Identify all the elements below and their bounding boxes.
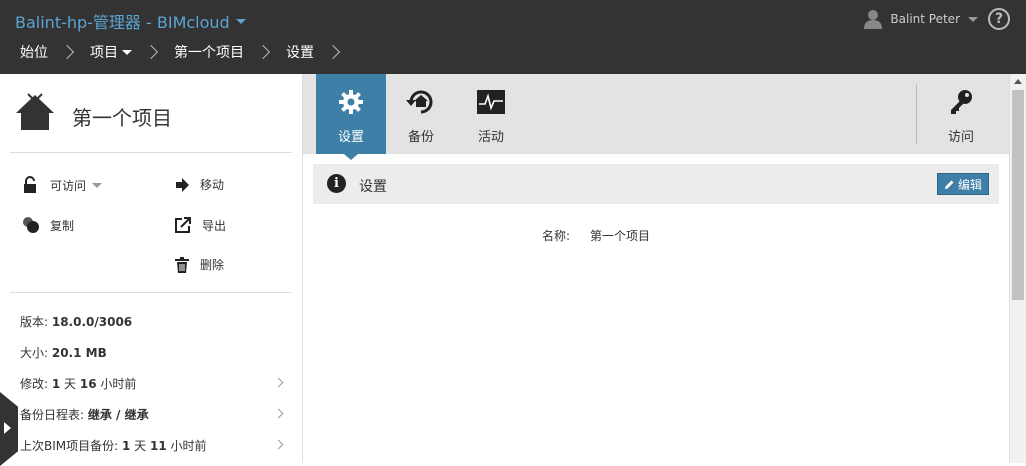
delete-label: 删除 — [200, 258, 225, 272]
chevron-right-icon — [59, 44, 75, 60]
breadcrumb-settings[interactable]: 设置 — [286, 42, 314, 62]
breadcrumb-home[interactable]: 始位 — [20, 42, 48, 62]
unlock-icon — [24, 176, 36, 193]
chevron-down-icon — [92, 182, 103, 188]
sidebar-toggle[interactable] — [0, 392, 18, 466]
export-button[interactable]: 导出 — [174, 216, 226, 234]
app-title-menu[interactable]: Balint-hp-管理器 - BIMcloud — [15, 9, 246, 33]
scrollbar-thumb[interactable] — [1012, 90, 1024, 300]
name-field-label: 名称: — [542, 229, 571, 243]
trash-icon — [175, 256, 189, 273]
breadcrumb-label: 设置 — [286, 45, 314, 61]
edit-label: 编辑 — [957, 177, 982, 192]
backup-icon — [406, 90, 433, 114]
modified-days: 1 — [51, 377, 61, 391]
version-label: 版本: — [20, 315, 52, 329]
toolbar: 设置 备份 活动 访问 — [303, 74, 1009, 160]
key-icon — [951, 90, 972, 114]
tab-label: 活动 — [477, 130, 504, 145]
toolbar-divider — [916, 84, 917, 144]
size-value: 20.1 MB — [51, 346, 107, 360]
help-button[interactable]: ? — [988, 8, 1010, 30]
modified-label: 修改: — [20, 377, 52, 391]
chevron-right-icon — [325, 44, 341, 60]
access-label: 可访问 — [50, 178, 87, 193]
settings-section-header: i 设置 编辑 — [313, 164, 999, 204]
modified-unit: 天 — [60, 377, 80, 391]
copy-button[interactable]: 复制 — [22, 216, 74, 234]
top-bar: Balint-hp-管理器 - BIMcloud 始位 项目 第一个项目 设置 … — [0, 0, 1026, 74]
activity-monitor-icon — [477, 90, 505, 114]
breadcrumb-projects[interactable]: 项目 — [90, 42, 132, 62]
pencil-icon — [944, 180, 954, 189]
project-title: 第一个项目 — [72, 106, 172, 130]
chevron-right-icon — [255, 44, 271, 60]
export-icon — [175, 217, 191, 233]
breadcrumb-label: 始位 — [20, 45, 48, 61]
move-button[interactable]: 移动 — [174, 176, 224, 193]
chevron-down-icon — [122, 49, 132, 55]
last-backup-unit: 小时前 — [166, 439, 207, 453]
user-icon — [864, 10, 883, 29]
last-backup-hours: 11 — [149, 439, 167, 453]
last-backup-unit: 天 — [130, 439, 150, 453]
version-info: 版本: 18.0.0/3006 — [20, 313, 132, 330]
size-info: 大小: 20.1 MB — [20, 344, 107, 361]
app-title: Balint-hp-管理器 - BIMcloud — [15, 13, 230, 32]
backup-schedule-row[interactable]: 备份日程表: 继承 / 继承 — [20, 406, 290, 423]
backup-schedule-label: 备份日程表: — [20, 408, 88, 422]
divider — [10, 152, 292, 153]
project-house-icon — [16, 93, 54, 130]
move-label: 移动 — [200, 178, 225, 192]
name-field-value: 第一个项目 — [590, 229, 651, 243]
chevron-down-icon — [968, 16, 978, 22]
tab-settings[interactable]: 设置 — [316, 74, 386, 160]
gear-icon — [339, 90, 363, 114]
copy-icon — [23, 217, 39, 233]
tab-activity[interactable]: 活动 — [456, 74, 526, 154]
version-value: 18.0.0/3006 — [51, 315, 133, 329]
breadcrumb-label: 项目 — [90, 45, 118, 61]
main-content: 设置 备份 活动 访问 i 设置 编辑 名称: 第一个项目 — [303, 74, 1009, 463]
breadcrumb: 始位 项目 第一个项目 设置 — [20, 42, 356, 62]
size-label: 大小: — [20, 346, 52, 360]
divider — [10, 292, 292, 293]
breadcrumb-project[interactable]: 第一个项目 — [174, 42, 244, 62]
tab-access[interactable]: 访问 — [926, 74, 996, 154]
edit-button[interactable]: 编辑 — [936, 173, 989, 195]
tab-backup[interactable]: 备份 — [386, 74, 456, 154]
tab-label: 访问 — [947, 130, 974, 145]
modified-hours: 16 — [79, 377, 97, 391]
user-name: Balint Peter — [890, 12, 960, 26]
user-menu[interactable]: Balint Peter — [864, 9, 978, 29]
scroll-up-icon[interactable] — [1014, 79, 1022, 84]
copy-label: 复制 — [50, 218, 75, 233]
last-backup-row[interactable]: 上次BIM项目备份: 1 天 11 小时前 — [20, 437, 290, 454]
modified-info-row[interactable]: 修改: 1 天 16 小时前 — [20, 375, 290, 392]
arrow-right-icon — [176, 177, 189, 192]
modified-unit: 小时前 — [96, 377, 137, 391]
backup-schedule-value: 继承 / 继承 — [87, 408, 149, 422]
export-label: 导出 — [202, 218, 227, 233]
tab-label: 设置 — [337, 130, 364, 145]
delete-button[interactable]: 删除 — [174, 256, 224, 273]
section-title: 设置 — [359, 179, 387, 195]
chevron-right-icon — [143, 44, 159, 60]
access-dropdown[interactable]: 可访问 — [22, 176, 103, 194]
tab-label: 备份 — [407, 130, 434, 145]
chevron-down-icon — [235, 18, 246, 24]
project-details-panel: 第一个项目 可访问 移动 复制 导出 删除 版本: 18.0.0/3006 大小… — [0, 74, 303, 466]
breadcrumb-label: 第一个项目 — [174, 45, 244, 61]
last-backup-label: 上次BIM项目备份: — [20, 439, 122, 453]
play-icon — [4, 422, 11, 434]
vertical-scrollbar[interactable] — [1009, 74, 1026, 463]
info-icon: i — [327, 174, 346, 193]
